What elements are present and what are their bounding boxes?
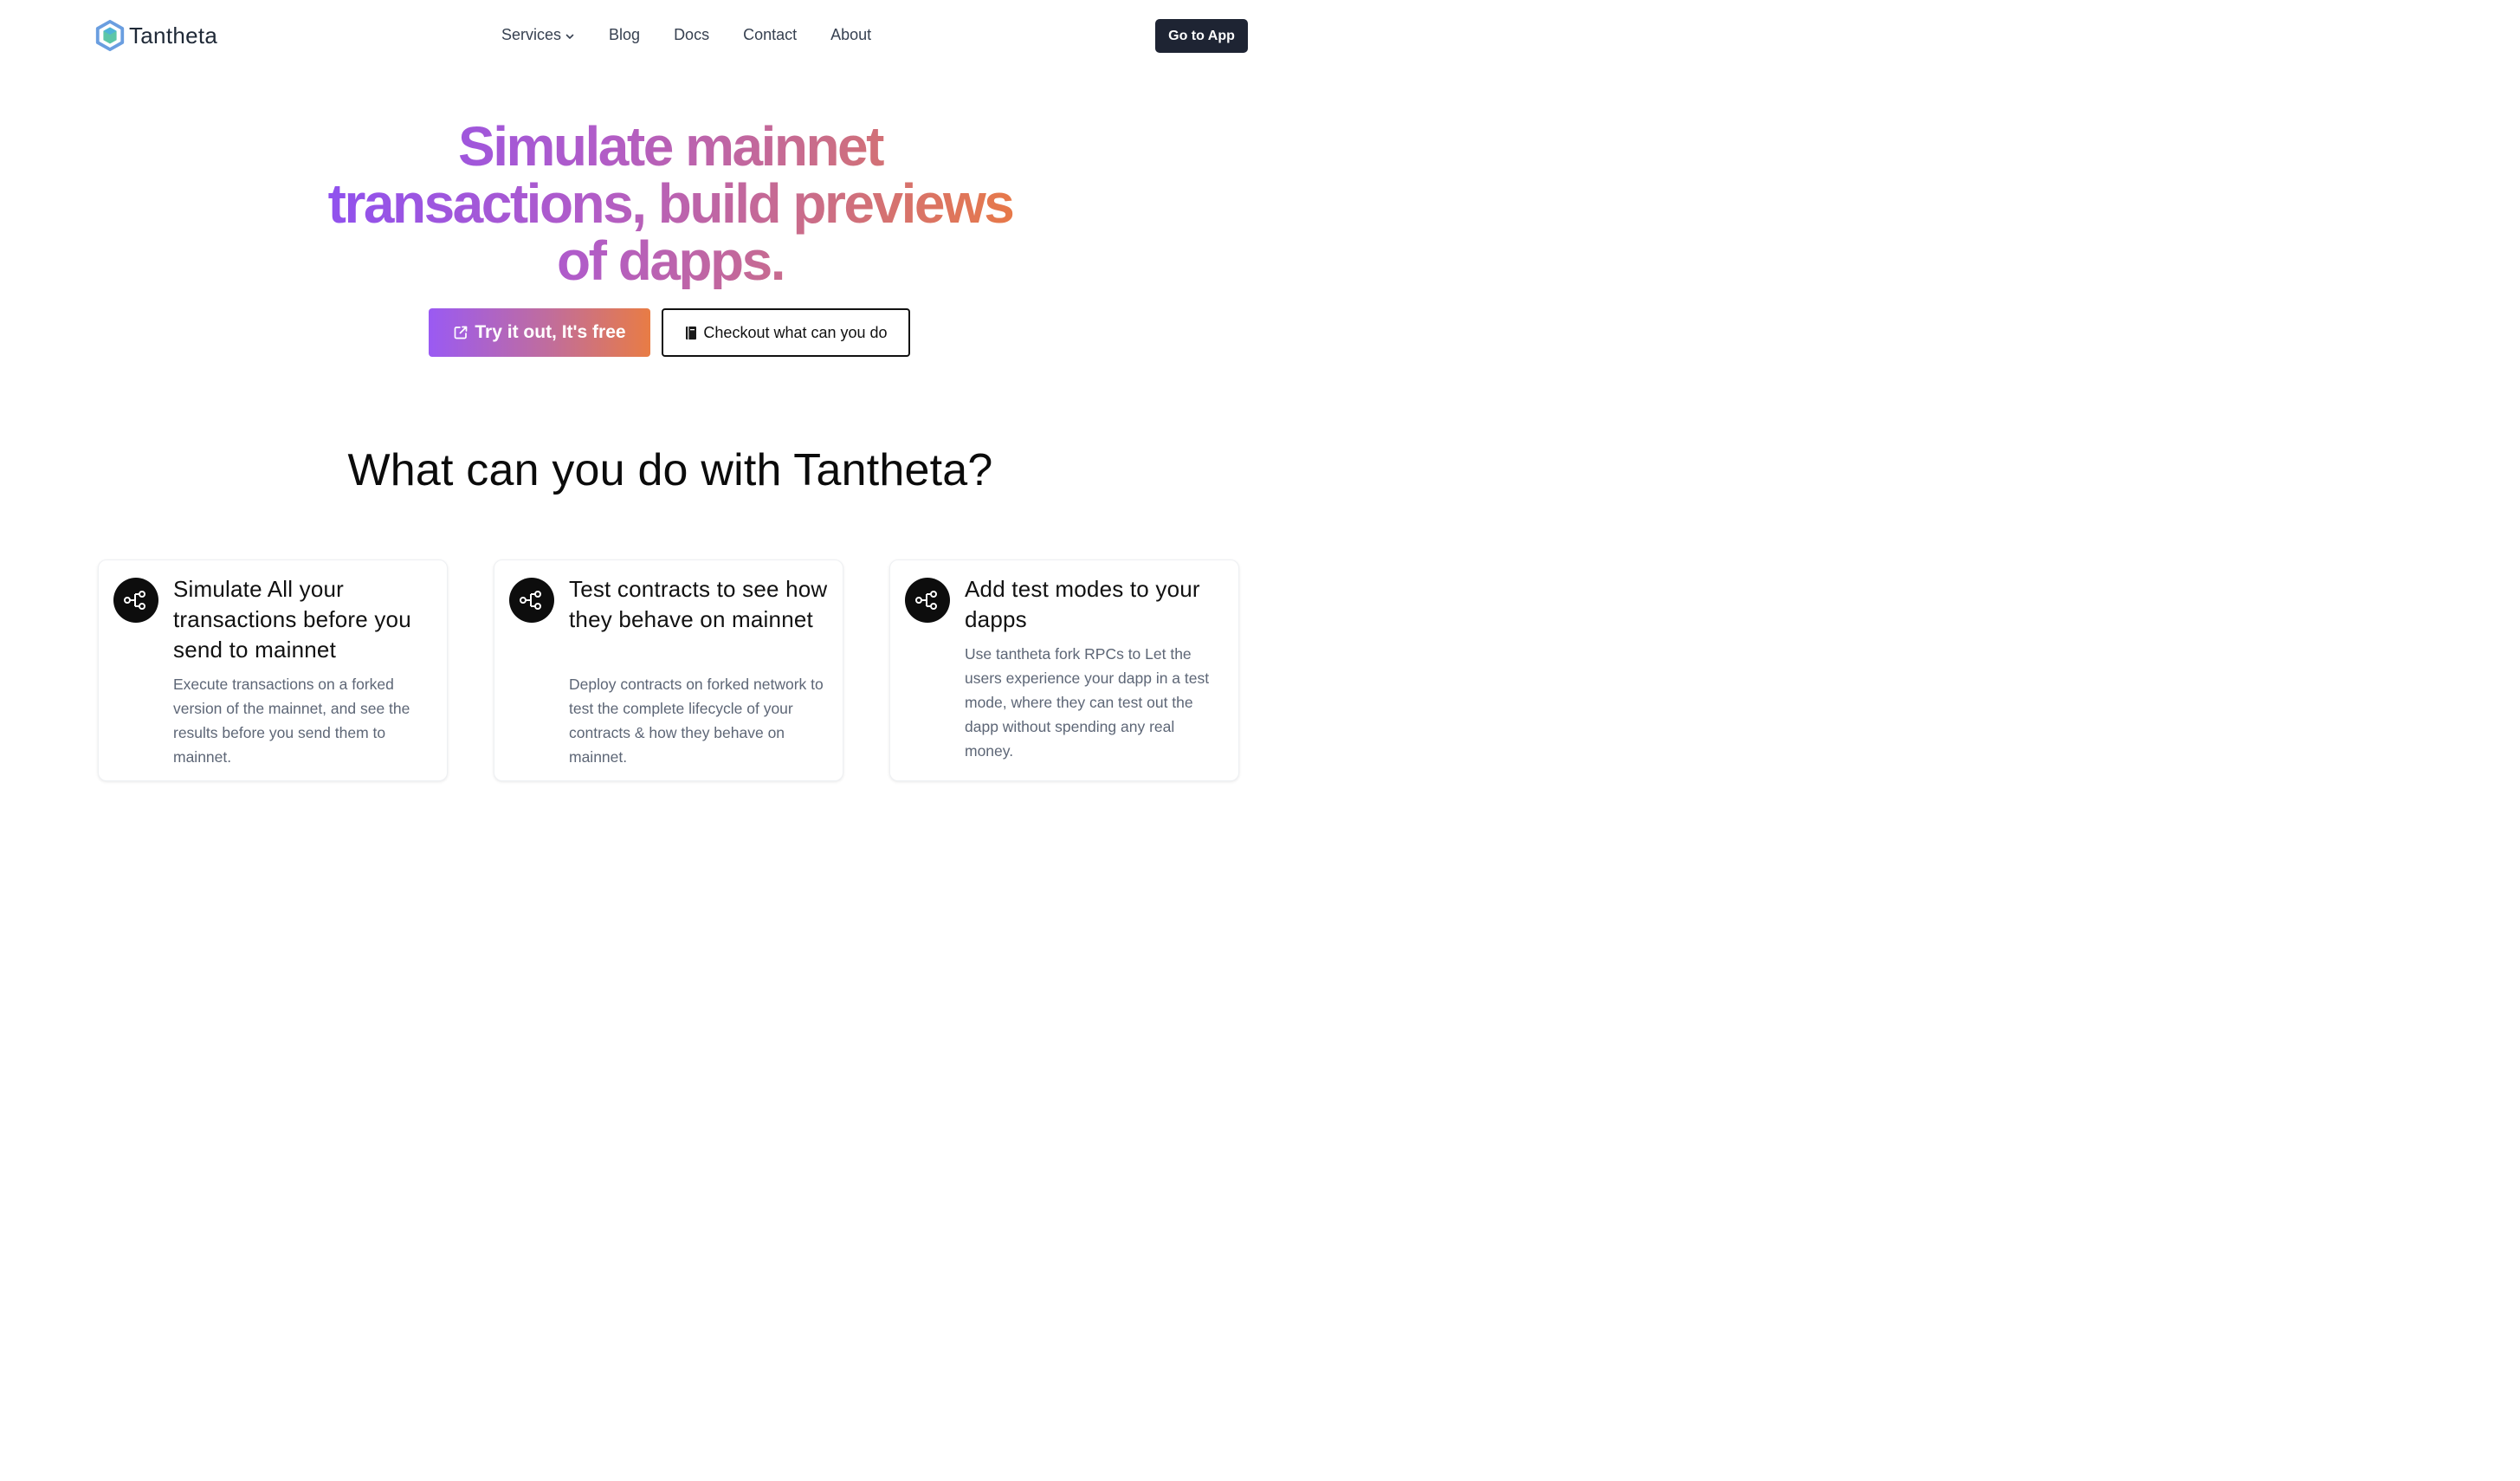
notebook-icon [686, 326, 697, 340]
external-link-icon [455, 326, 468, 340]
go-to-app-button[interactable]: Go to App [1155, 19, 1248, 53]
workflow-nodes-icon [905, 578, 950, 623]
nav-contact-link[interactable]: Contact [743, 26, 797, 44]
top-navigation: Tantheta Services Blog Docs Contact Abou… [0, 0, 1341, 73]
workflow-nodes-icon [113, 578, 158, 623]
page: Tantheta Services Blog Docs Contact Abou… [0, 0, 1341, 795]
chevron-down-icon [565, 34, 574, 39]
feature-card-description: Deploy contracts on forked network to te… [569, 676, 824, 766]
nav-about-link[interactable]: About [830, 26, 871, 44]
nav-docs-link[interactable]: Docs [674, 26, 709, 44]
try-it-free-button[interactable]: Try it out, It's free [429, 308, 650, 357]
hexagon-logo-icon [95, 19, 125, 52]
feature-card-title: Simulate All your transactions before yo… [173, 576, 411, 663]
hero-cta-row: Try it out, It's free Checkout what can … [429, 308, 910, 357]
nav-services-dropdown[interactable]: Services [501, 26, 575, 44]
feature-card-description: Execute transactions on a forked version… [173, 676, 410, 766]
checkout-features-button[interactable]: Checkout what can you do [662, 308, 910, 357]
nav-blog-link[interactable]: Blog [609, 26, 640, 44]
feature-card-title: Add test modes to your dapps [965, 576, 1200, 632]
hero-title-line-2: transactions, build previews [327, 172, 1013, 235]
feature-card-description: Use tantheta fork RPCs to Let the users … [965, 645, 1210, 760]
feature-card-test-contracts: Test contracts to see how they behave on… [494, 559, 843, 781]
hero-title-line-1: Simulate mainnet [458, 115, 882, 178]
brand-logo-link[interactable]: Tantheta [94, 19, 217, 52]
nav-services-label: Services [501, 26, 562, 43]
feature-card-simulate: Simulate All your transactions before yo… [98, 559, 448, 781]
brand-name: Tantheta [129, 22, 218, 49]
hero-title: Simulate mainnet transactions, build pre… [289, 118, 1051, 289]
hero-title-line-3: of dapps. [557, 230, 784, 292]
workflow-nodes-icon [509, 578, 554, 623]
checkout-features-label: Checkout what can you do [703, 323, 888, 341]
features-heading: What can you do with Tantheta? [347, 445, 993, 495]
feature-card-test-modes: Add test modes to your dapps Use tanthet… [889, 559, 1239, 781]
feature-card-title: Test contracts to see how they behave on… [569, 576, 828, 632]
nav-links: Services Blog Docs Contact About [501, 26, 871, 44]
try-it-free-label: Try it out, It's free [475, 322, 626, 342]
